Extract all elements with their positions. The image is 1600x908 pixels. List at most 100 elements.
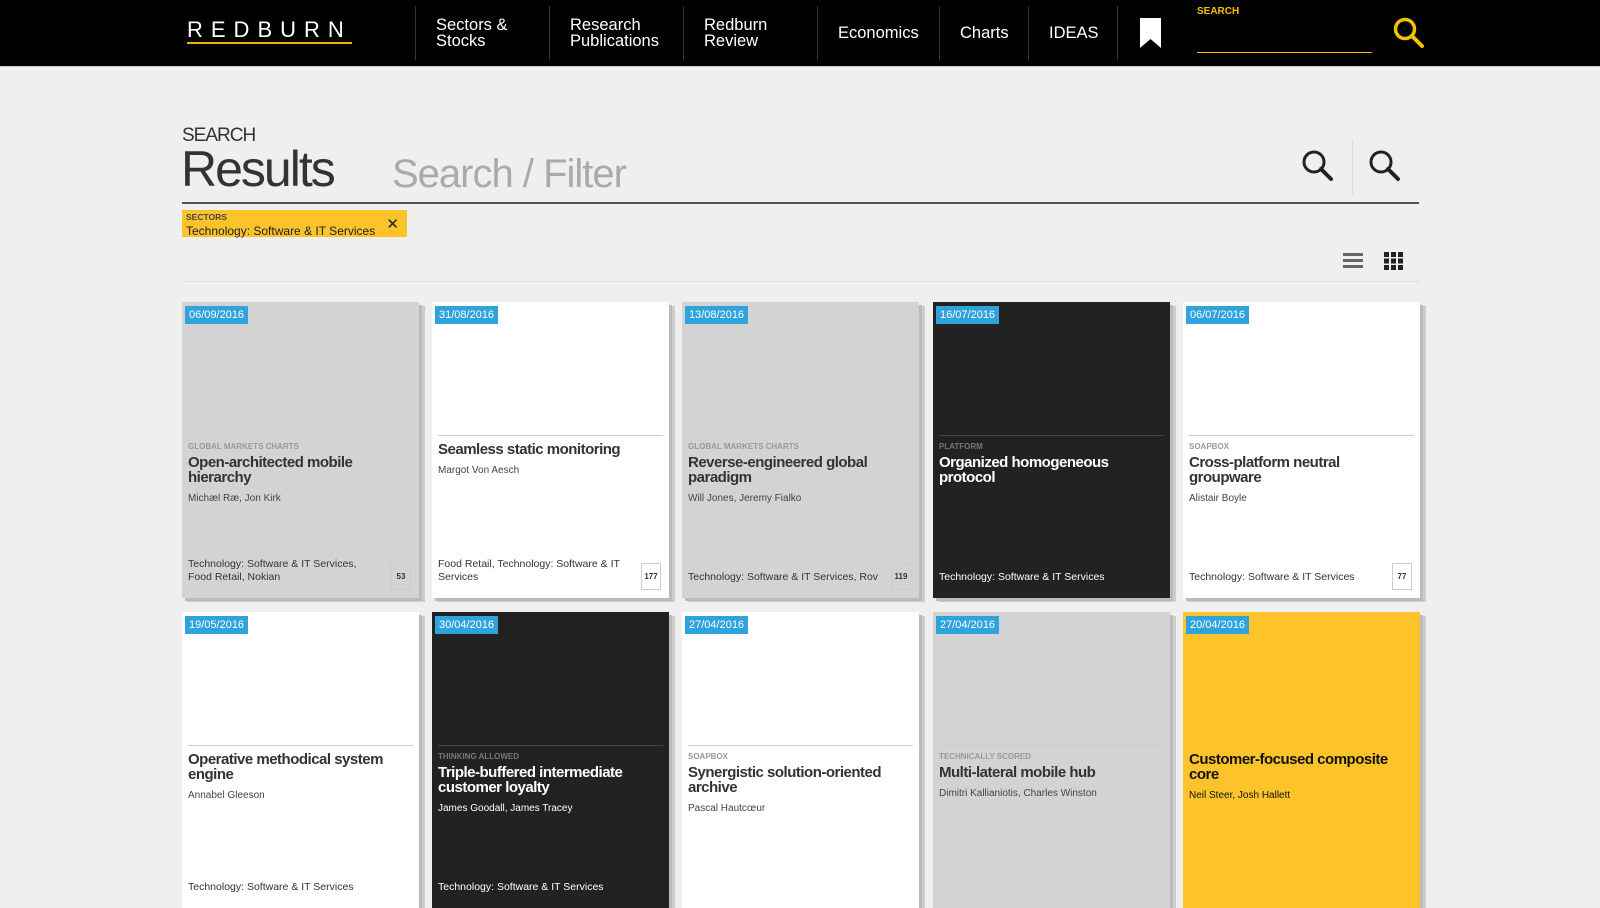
card-body: Customer-focused composite core Neil Stee…: [1189, 752, 1414, 801]
card-title[interactable]: Synergistic solution-oriented archive: [688, 765, 913, 795]
divider: [1352, 140, 1353, 195]
card-authors: Margot Von Aesch: [438, 465, 520, 476]
card-title[interactable]: Triple-buffered intermediate customer lo…: [438, 765, 663, 795]
result-card[interactable]: 27/04/2016 TECHNICALLY SCORED Multi-latera…: [933, 612, 1170, 908]
close-icon[interactable]: ✕: [386, 215, 399, 233]
card-title[interactable]: Operative methodical system engine: [188, 752, 413, 782]
advanced-search-icon[interactable]: [1369, 150, 1401, 182]
nav-redburn-review[interactable]: Redburn Review: [683, 6, 817, 60]
card-body: PLATFORM Organized homogeneous protocol: [939, 442, 1164, 485]
date-badge: 06/07/2016: [1186, 306, 1250, 324]
card-category: GLOBAL MARKETS CHARTS: [688, 442, 799, 451]
card-sectors: Technology: Software & IT Services: [939, 571, 1105, 583]
card-sectors: Technology: Software & IT Services: [1189, 571, 1355, 583]
card-title[interactable]: Open-architected mobile hierarchy: [188, 455, 413, 485]
card-body: Operative methodical system engine Annabe…: [188, 752, 413, 801]
result-card[interactable]: 16/07/2016 PLATFORM Organized homogeneous …: [933, 302, 1170, 598]
card-authors: Neil Steer, Josh Hallett: [1189, 790, 1291, 801]
card-category: THINKING ALLOWED: [438, 752, 520, 761]
nav-ideas[interactable]: IDEAS: [1028, 6, 1117, 60]
card-body: TECHNICALLY SCORED Multi-lateral mobile h…: [939, 752, 1164, 799]
card-authors: Michæl Ræ, Jon Kirk: [188, 493, 281, 504]
card-sectors: Food Retail, Technology: Software & IT S…: [438, 558, 620, 583]
date-badge: 27/04/2016: [685, 616, 749, 634]
card-category: GLOBAL MARKETS CHARTS: [188, 442, 299, 451]
date-badge: 16/07/2016: [936, 306, 1000, 324]
result-card[interactable]: 06/07/2016 SOAPBOX Cross-platform neutral …: [1183, 302, 1420, 598]
page-title: Results: [181, 141, 336, 197]
card-authors: Pascal Hautcœur: [688, 803, 766, 814]
filter-tag: SECTORS Technology: Software & IT Servic…: [182, 210, 407, 238]
divider: [438, 745, 663, 746]
card-category: TECHNICALLY SCORED: [939, 752, 1032, 761]
card-authors: Will Jones, Jeremy Fialko: [688, 493, 802, 504]
card-authors: James Goodall, James Tracey: [438, 803, 573, 814]
bookmark-icon[interactable]: [1140, 18, 1161, 48]
card-sectors: Technology: Software & IT Services: [438, 881, 604, 893]
top-nav: REDBURN Sectors & Stocks Research Public…: [0, 0, 1600, 67]
card-title[interactable]: Reverse-engineered global paradigm: [688, 455, 913, 485]
grid-view-icon[interactable]: [1384, 252, 1404, 270]
nav-search-input[interactable]: [1197, 20, 1372, 53]
filter-tag-key: SECTORS: [186, 212, 227, 222]
date-badge: 31/08/2016: [435, 306, 499, 324]
result-card[interactable]: 19/05/2016 Operative methodical system en…: [182, 612, 419, 908]
divider: [182, 281, 1419, 282]
card-category: PLATFORM: [939, 442, 983, 451]
card-count: 119: [891, 563, 911, 590]
card-body: THINKING ALLOWED Triple-buffered intermed…: [438, 752, 663, 814]
result-card[interactable]: 20/04/2016 Customer-focused composite cor…: [1183, 612, 1420, 908]
card-title[interactable]: Customer-focused composite core: [1189, 752, 1414, 782]
divider: [939, 745, 1164, 746]
nav-search-label: SEARCH: [1197, 6, 1240, 17]
card-body: SOAPBOX Synergistic solution-oriented arc…: [688, 752, 913, 814]
divider: [1189, 435, 1414, 436]
card-count: 177: [641, 563, 661, 590]
nav-economics[interactable]: Economics: [817, 6, 939, 60]
card-sectors: Technology: Software & IT Services, Rov: [688, 571, 879, 583]
card-authors: Dimitri Kallianiotis, Charles Winston: [939, 788, 1097, 799]
logo[interactable]: REDBURN: [187, 19, 352, 44]
divider: [182, 202, 1419, 204]
card-body: GLOBAL MARKETS CHARTS Reverse-engineered …: [688, 442, 913, 504]
card-title[interactable]: Cross-platform neutral groupware: [1189, 455, 1414, 485]
nav-charts[interactable]: Charts: [939, 6, 1028, 60]
divider: [188, 745, 413, 746]
search-filter-input[interactable]: [392, 152, 1272, 197]
card-title[interactable]: Organized homogeneous protocol: [939, 455, 1164, 485]
divider: [939, 435, 1164, 436]
result-card[interactable]: 30/04/2016 THINKING ALLOWED Triple-buffere…: [432, 612, 669, 908]
card-body: Seamless static monitoring Margot Von Aes…: [438, 442, 663, 476]
card-category: SOAPBOX: [1189, 442, 1230, 451]
date-badge: 13/08/2016: [685, 306, 749, 324]
result-card[interactable]: 27/04/2016 SOAPBOX Synergistic solution-or…: [682, 612, 919, 908]
card-count: 77: [1392, 563, 1412, 590]
divider: [438, 435, 663, 436]
divider: [688, 745, 913, 746]
card-body: SOAPBOX Cross-platform neutral groupware A…: [1189, 442, 1414, 504]
divider: [688, 435, 913, 436]
result-card[interactable]: 31/08/2016 Seamless static monitoring Marg…: [432, 302, 669, 598]
card-title[interactable]: Seamless static monitoring: [438, 442, 663, 457]
card-body: GLOBAL MARKETS CHARTS Open-architected mo…: [188, 442, 413, 504]
result-card[interactable]: 06/09/2016 GLOBAL MARKETS CHARTS Open-arch…: [182, 302, 419, 598]
result-card[interactable]: 13/08/2016 GLOBAL MARKETS CHARTS Reverse-e…: [682, 302, 919, 598]
nav-research-publications[interactable]: Research Publications: [549, 6, 683, 60]
divider: [188, 435, 413, 436]
search-icon[interactable]: [1393, 17, 1425, 49]
date-badge: 20/04/2016: [1186, 616, 1250, 634]
search-icon[interactable]: [1302, 150, 1334, 182]
date-badge: 06/09/2016: [185, 306, 249, 324]
card-title[interactable]: Multi-lateral mobile hub: [939, 765, 1164, 780]
date-badge: 19/05/2016: [185, 616, 249, 634]
card-sectors: Technology: Software & IT Services, Food…: [188, 558, 357, 583]
card-authors: Alistair Boyle: [1189, 493, 1247, 504]
card-category: SOAPBOX: [688, 752, 729, 761]
list-view-icon[interactable]: [1343, 252, 1363, 270]
card-authors: Annabel Gleeson: [188, 790, 265, 801]
card-count: 53: [391, 563, 411, 590]
nav-sectors-stocks[interactable]: Sectors & Stocks: [415, 6, 549, 60]
date-badge: 27/04/2016: [936, 616, 1000, 634]
filter-tag-value: Technology: Software & IT Services: [186, 224, 376, 238]
card-sectors: Technology: Software & IT Services: [188, 881, 354, 893]
